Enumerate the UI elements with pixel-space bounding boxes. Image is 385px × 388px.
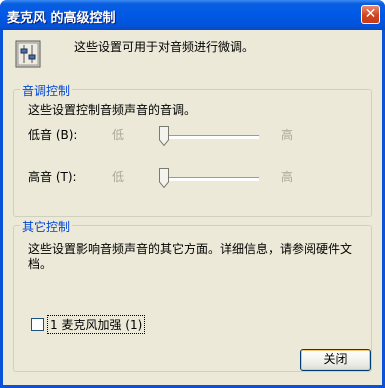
other-description-line1: 这些设置影响音频声音的其它方面。详细信息，请参阅硬件文 <box>28 242 353 256</box>
bass-low-label: 低 <box>112 128 125 142</box>
tone-description: 这些设置控制音频声音的音调。 <box>28 103 197 117</box>
other-description-line2: 档。 <box>28 257 53 271</box>
bass-label: 低音 (B): <box>28 128 78 142</box>
bass-slider-track[interactable] <box>159 135 259 139</box>
treble-high-label: 高 <box>281 170 294 184</box>
close-window-button[interactable]: ✕ <box>361 5 380 24</box>
other-group-legend: 其它控制 <box>20 218 73 235</box>
close-button[interactable]: 关闭 <box>300 349 371 371</box>
treble-low-label: 低 <box>112 170 125 184</box>
dialog-window: 麦克风 的高级控制 ✕ 这些设置可用于对音频进行微调。 音调控制 这些设置控制音… <box>0 0 385 388</box>
title-bar[interactable]: 麦克风 的高级控制 ✕ <box>0 0 385 30</box>
mixer-settings-icon <box>15 40 41 68</box>
bass-slider-thumb[interactable] <box>159 126 169 146</box>
tone-control-group: 音调控制 这些设置控制音频声音的音调。 低音 (B): 低 高 高音 (T): … <box>13 82 372 217</box>
dialog-body: 这些设置可用于对音频进行微调。 音调控制 这些设置控制音频声音的音调。 低音 (… <box>3 30 382 385</box>
treble-slider-thumb[interactable] <box>159 168 169 188</box>
mic-boost-label[interactable]: 1 麦克风加强 (1) <box>47 315 146 334</box>
tone-group-legend: 音调控制 <box>20 82 73 99</box>
bass-high-label: 高 <box>281 128 294 142</box>
window-title: 麦克风 的高级控制 <box>7 11 116 26</box>
treble-label: 高音 (T): <box>28 170 77 184</box>
intro-text: 这些设置可用于对音频进行微调。 <box>74 40 255 54</box>
mic-boost-checkbox[interactable] <box>31 318 44 331</box>
treble-slider-track[interactable] <box>159 177 259 181</box>
